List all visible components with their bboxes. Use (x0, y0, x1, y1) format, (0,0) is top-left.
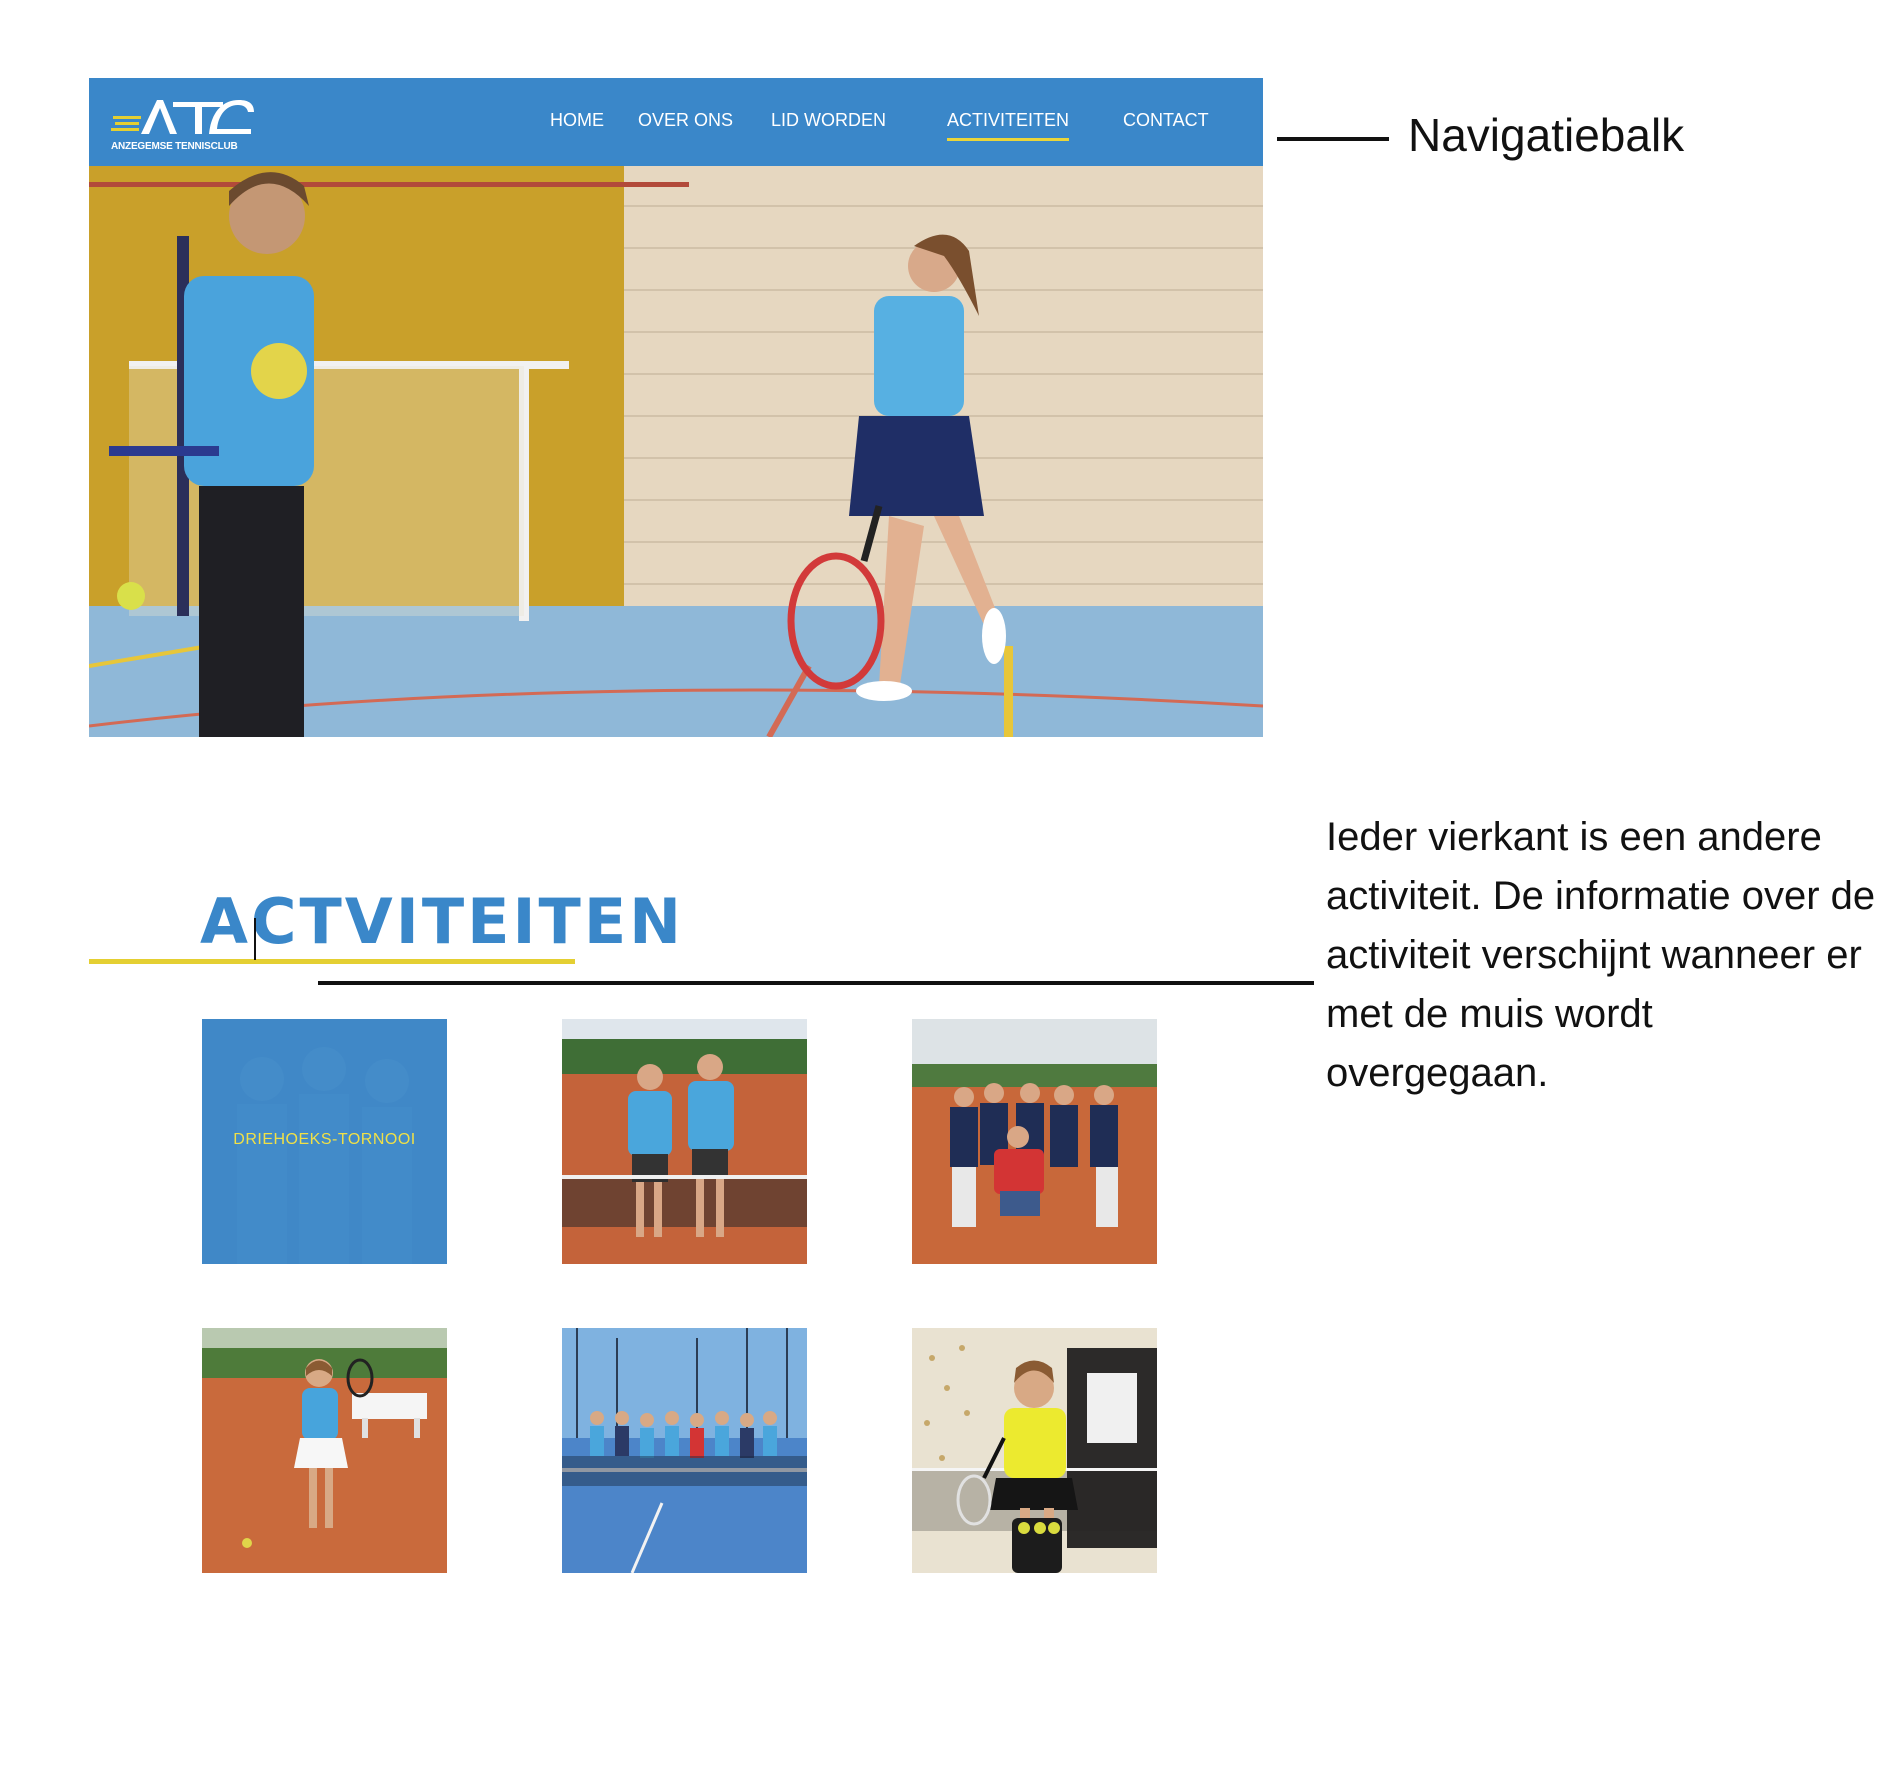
nav-item-lid-worden[interactable]: LID WORDEN (771, 110, 886, 131)
activity-tile-2[interactable] (562, 1019, 807, 1264)
tile-label: DRIEHOEKS-TORNOOI (233, 1131, 416, 1148)
section-title-underline (89, 959, 575, 964)
section-title: ACTVITEITEN (200, 885, 685, 958)
tiles-annotation-text: Ieder vierkant is een andere activiteit.… (1326, 815, 1876, 1095)
nav-item-over-ons[interactable]: OVER ONS (638, 110, 733, 131)
nav-item-home[interactable]: HOME (550, 110, 604, 131)
activity-tile-6[interactable] (912, 1328, 1157, 1573)
navbar-annotation-line (1277, 137, 1389, 141)
tile-photo (562, 1019, 807, 1264)
tile-photo (562, 1328, 807, 1573)
hero-image (89, 166, 1263, 737)
tile-photo (912, 1328, 1157, 1573)
section-annotation-line (318, 981, 1314, 985)
activity-tile-4[interactable] (202, 1328, 447, 1573)
text-cursor (254, 918, 256, 960)
nav-item-activiteiten[interactable]: ACTIVITEITEN (947, 110, 1070, 141)
logo-mark-icon (111, 100, 254, 134)
activity-tile-3[interactable] (912, 1019, 1157, 1264)
logo-subtitle: ANZEGEMSE TENNISCLUB (111, 141, 238, 152)
tile-photo (202, 1328, 447, 1573)
activity-tile-driehoeks-tornooi[interactable]: DRIEHOEKS-TORNOOI (202, 1019, 447, 1264)
nav-item-contact[interactable]: CONTACT (1123, 110, 1209, 131)
navigation-bar: ANZEGEMSE TENNISCLUB HOME OVER ONS LID W… (89, 78, 1263, 166)
activity-tile-5[interactable] (562, 1328, 807, 1573)
club-logo[interactable]: ANZEGEMSE TENNISCLUB (111, 94, 261, 152)
tile-photo (912, 1019, 1157, 1264)
navbar-annotation-label: Navigatiebalk (1408, 109, 1685, 161)
